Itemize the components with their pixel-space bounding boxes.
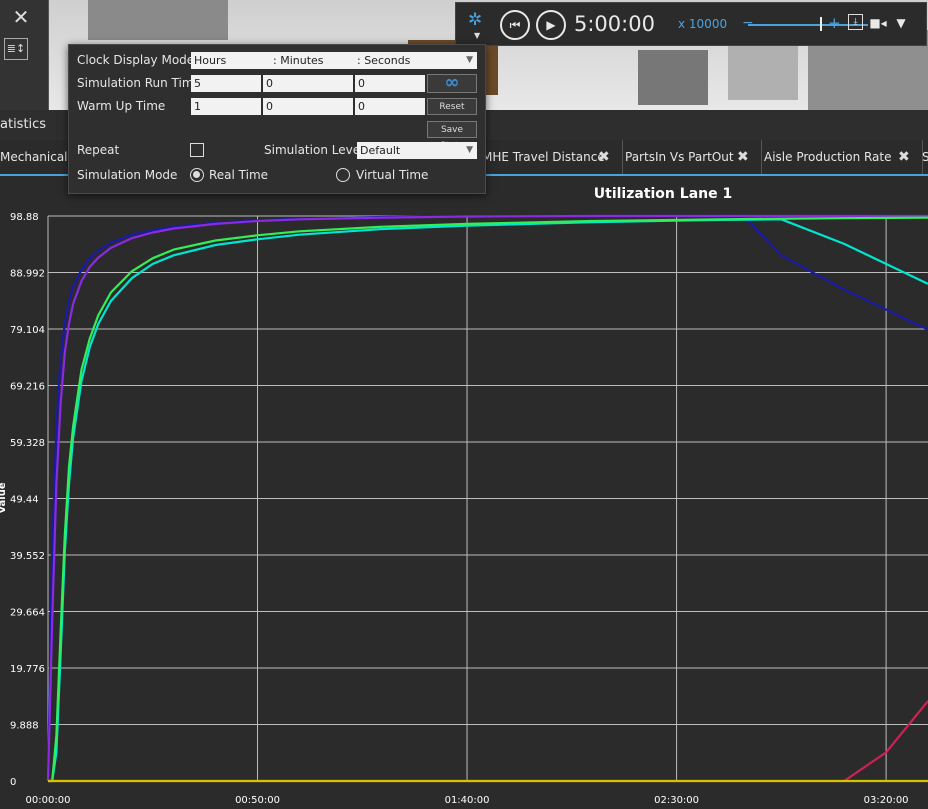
statistics-title: atistics bbox=[0, 117, 47, 132]
series-line-5 bbox=[48, 700, 928, 783]
simulation-clock: 5:00:00 bbox=[574, 12, 655, 36]
virtual-time-label: Virtual Time bbox=[356, 168, 429, 182]
series-line-4 bbox=[48, 216, 928, 783]
simulation-level-label: Simulation Level bbox=[264, 143, 364, 157]
y-tick-label: 29.664 bbox=[10, 608, 45, 619]
run-minutes-input[interactable]: 0 bbox=[263, 75, 353, 92]
repeat-label: Repeat bbox=[77, 143, 120, 157]
reset-button[interactable]: Reset bbox=[427, 98, 477, 115]
left-panel: ✕ ≣↕ bbox=[0, 0, 49, 110]
warm-seconds-input[interactable]: 0 bbox=[355, 98, 425, 115]
tab-partial[interactable]: S bbox=[916, 140, 928, 174]
close-icon[interactable]: ✖ bbox=[737, 140, 749, 174]
play-icon[interactable]: ▶ bbox=[536, 10, 566, 40]
sort-icon[interactable]: ≣↕ bbox=[4, 38, 28, 60]
y-tick-label: 19.776 bbox=[10, 664, 45, 675]
chart-title: Utilization Lane 1 bbox=[594, 186, 732, 202]
clock-seconds-text: : Seconds bbox=[357, 54, 411, 67]
tab-partsin-vs-partout[interactable]: PartsIn Vs PartOut ✖ bbox=[619, 140, 762, 174]
save-state-button[interactable]: Save State bbox=[427, 121, 477, 151]
simulation-level-select[interactable]: Default ▼ bbox=[357, 142, 477, 159]
infinite-run-button[interactable]: ∞ bbox=[427, 74, 477, 93]
y-tick-label: 69.216 bbox=[10, 382, 45, 393]
x-tick-label: 00:00:00 bbox=[26, 795, 71, 806]
y-tick-label: 49.44 bbox=[10, 495, 39, 506]
real-time-label: Real Time bbox=[209, 168, 269, 182]
clock-display-mode-label: Clock Display Mode bbox=[77, 53, 195, 67]
clock-minutes-text: : Minutes bbox=[273, 54, 324, 67]
clock-hours-text: Hours bbox=[194, 54, 227, 67]
speed-decrease-button[interactable]: − bbox=[742, 15, 754, 31]
simulation-toolbar: ✲ ▼ ⏮ ▶ 5:00:00 x 10000 − + ⤓ ■◂ ▼ bbox=[455, 2, 927, 46]
utilization-chart: Utilization Lane 1 Value 98.88 88.992 79.1… bbox=[0, 186, 928, 806]
pdf-icon[interactable]: ⤓ bbox=[848, 14, 863, 30]
chevron-down-icon: ▼ bbox=[466, 55, 473, 65]
repeat-checkbox[interactable] bbox=[190, 143, 204, 157]
warm-up-time-label: Warm Up Time bbox=[77, 99, 166, 113]
x-tick-label: 01:40:00 bbox=[445, 795, 490, 806]
chevron-down-icon: ▼ bbox=[466, 145, 473, 155]
close-icon[interactable]: ✖ bbox=[898, 140, 910, 174]
filter-icon[interactable]: ▼ bbox=[892, 14, 910, 32]
speed-increase-button[interactable]: + bbox=[828, 14, 841, 32]
tab-label: Aisle Production Rate bbox=[764, 150, 892, 164]
video-camera-icon[interactable]: ■◂ bbox=[869, 14, 887, 32]
warm-hours-input[interactable]: 1 bbox=[191, 98, 261, 115]
warm-minutes-input[interactable]: 0 bbox=[263, 98, 353, 115]
real-time-radio[interactable] bbox=[190, 168, 204, 182]
speed-slider-thumb[interactable] bbox=[820, 17, 822, 31]
y-tick-label: 0 bbox=[10, 777, 16, 788]
tab-label: PartsIn Vs PartOut bbox=[625, 150, 734, 164]
tab-label: S bbox=[922, 150, 928, 164]
close-icon[interactable]: ✕ bbox=[8, 4, 34, 30]
y-tick-label: 98.88 bbox=[10, 212, 39, 223]
chevron-down-icon[interactable]: ▼ bbox=[474, 31, 480, 40]
y-tick-label: 88.992 bbox=[10, 269, 45, 280]
x-tick-label: 03:20:00 bbox=[864, 795, 909, 806]
simulation-settings-popup: Clock Display Mode Hours : Minutes : Sec… bbox=[68, 44, 486, 194]
virtual-time-radio[interactable] bbox=[336, 168, 350, 182]
clock-display-mode-select[interactable]: Hours : Minutes : Seconds ▼ bbox=[191, 52, 477, 69]
chart-area: Utilization Lane 1 Value 98.88 88.992 79.1… bbox=[0, 176, 928, 809]
run-hours-input[interactable]: 5 bbox=[191, 75, 261, 92]
simulation-run-time-label: Simulation Run Time bbox=[77, 76, 201, 90]
y-tick-label: 9.888 bbox=[10, 721, 39, 732]
rewind-icon[interactable]: ⏮ bbox=[500, 10, 530, 40]
tab-mhe-travel-distance[interactable]: MHE Travel Distance ✖ bbox=[476, 140, 623, 174]
speed-multiplier: x 10000 bbox=[678, 17, 728, 31]
x-tick-label: 02:30:00 bbox=[654, 795, 699, 806]
run-seconds-input[interactable]: 0 bbox=[355, 75, 425, 92]
y-tick-label: 39.552 bbox=[10, 551, 45, 562]
x-tick-label: 00:50:00 bbox=[235, 795, 280, 806]
close-icon[interactable]: ✖ bbox=[598, 140, 610, 174]
simulation-mode-label: Simulation Mode bbox=[77, 168, 178, 182]
tab-mechanical-safety[interactable]: Mechanical Sa bbox=[0, 140, 86, 174]
simulation-level-value: Default bbox=[360, 144, 401, 157]
series-line-3 bbox=[48, 218, 928, 783]
tab-aisle-production-rate[interactable]: Aisle Production Rate ✖ bbox=[758, 140, 923, 174]
gear-icon[interactable]: ✲ bbox=[468, 11, 486, 29]
y-axis-label: Value bbox=[0, 482, 8, 513]
tab-label: MHE Travel Distance bbox=[482, 150, 605, 164]
y-tick-label: 79.104 bbox=[10, 325, 45, 336]
y-tick-label: 59.328 bbox=[10, 438, 45, 449]
